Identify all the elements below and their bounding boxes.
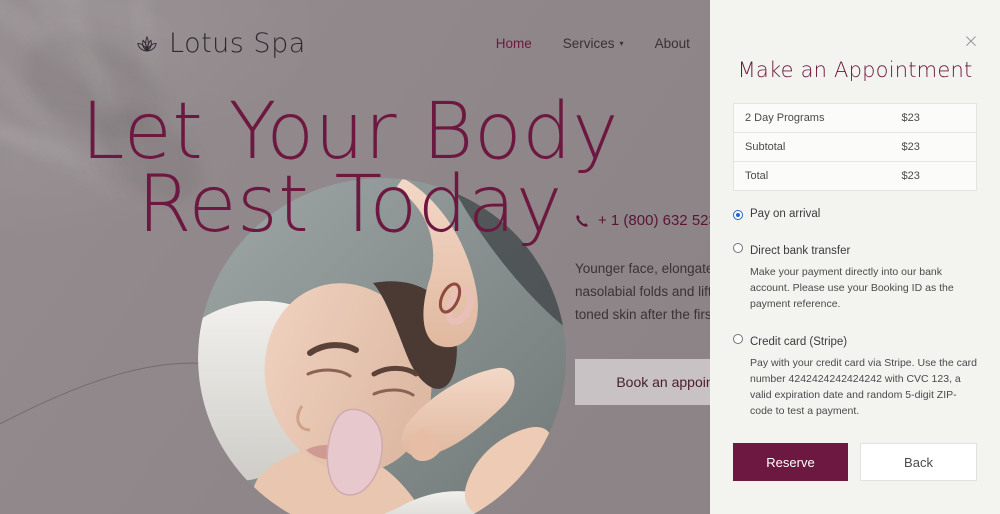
- payment-option-description: Make your payment directly into our bank…: [750, 265, 954, 310]
- panel-title: Make an Appointment: [737, 58, 973, 82]
- brand-name: Lotus Spa: [169, 27, 306, 59]
- payment-option-credit-card[interactable]: Credit card (Stripe) Pay with your credi…: [733, 332, 977, 420]
- panel-actions: Reserve Back: [733, 443, 977, 482]
- radio-credit-card[interactable]: [733, 333, 743, 344]
- appointment-panel: × Make an Appointment 2 Day Programs $23…: [710, 0, 1000, 514]
- table-row: Subtotal $23: [733, 132, 977, 162]
- nav-item-home[interactable]: Home: [496, 36, 532, 51]
- nav-item-services[interactable]: Services ▾: [563, 36, 624, 51]
- order-item-label: Total: [733, 161, 891, 191]
- nav-item-about[interactable]: About: [655, 36, 690, 51]
- reserve-button[interactable]: Reserve: [733, 443, 848, 482]
- chevron-down-icon: ▾: [619, 39, 624, 48]
- lotus-icon: [137, 35, 157, 53]
- order-item-price: $23: [890, 161, 977, 191]
- payment-option-label: Credit card (Stripe): [750, 335, 848, 348]
- order-item-label: 2 Day Programs: [745, 112, 825, 124]
- phone-icon: [576, 214, 588, 227]
- page-root: Lotus Spa Home Services ▾ About Pages ▾ …: [0, 0, 1000, 514]
- radio-bank-transfer[interactable]: [733, 242, 743, 253]
- radio-pay-on-arrival[interactable]: [733, 210, 743, 220]
- order-summary-table: 2 Day Programs $23 Subtotal $23 Total $2…: [733, 103, 977, 191]
- payment-option-label: Pay on arrival: [750, 208, 821, 220]
- order-item-price: $23: [890, 132, 977, 162]
- back-button[interactable]: Back: [860, 443, 977, 482]
- order-item-label: Subtotal: [733, 132, 891, 162]
- nav-label: Home: [495, 35, 532, 51]
- table-row: 2 Day Programs $23: [734, 104, 977, 133]
- nav-label: About: [654, 35, 690, 51]
- payment-option-label: Direct bank transfer: [750, 244, 851, 257]
- order-item-price: $23: [901, 112, 920, 124]
- phone-number: + 1 (800) 632 5234: [598, 212, 726, 229]
- nav-label: Services: [562, 35, 615, 51]
- payment-option-pay-on-arrival[interactable]: Pay on arrival: [733, 208, 977, 222]
- payment-method-group: Pay on arrival Direct bank transfer Make…: [733, 208, 977, 419]
- close-icon[interactable]: ×: [960, 30, 982, 52]
- table-row: Total $23: [733, 161, 977, 191]
- payment-option-description: Pay with your credit card via Stripe. Us…: [750, 356, 978, 417]
- brand-logo[interactable]: Lotus Spa: [134, 28, 306, 59]
- payment-option-bank-transfer[interactable]: Direct bank transfer Make your payment d…: [733, 241, 977, 313]
